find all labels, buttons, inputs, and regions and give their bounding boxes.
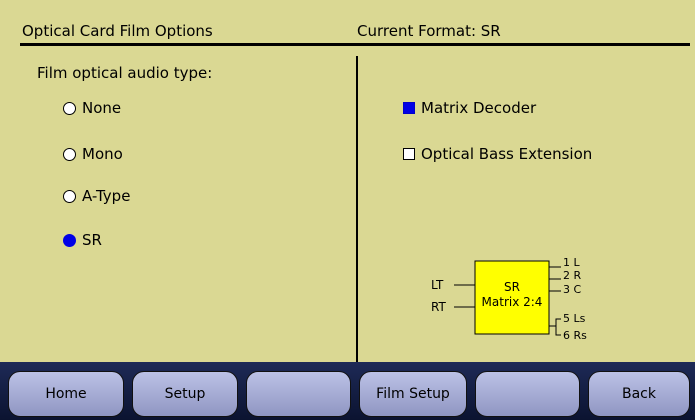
radio-circle-icon[interactable]: [63, 101, 76, 115]
bottom-toolbar: Home Setup Film Setup Back: [0, 362, 695, 420]
blank-button-1[interactable]: [246, 371, 351, 417]
input-rt-label: RT: [431, 300, 446, 314]
output-6rs-label: 6 Rs: [563, 329, 587, 342]
matrix-box-subtitle: Matrix 2:4: [482, 295, 543, 309]
checkbox-optical-bass-extension[interactable]: Optical Bass Extension: [403, 145, 592, 163]
setup-button[interactable]: Setup: [132, 371, 238, 417]
radio-none[interactable]: None: [63, 99, 121, 117]
current-format-label: Current Format: SR: [357, 22, 501, 40]
matrix-box-title: SR: [504, 280, 520, 294]
output-3c-label: 3 C: [563, 283, 581, 296]
checkbox-checked-icon[interactable]: [403, 102, 415, 114]
home-button[interactable]: Home: [8, 371, 124, 417]
checkbox-unchecked-icon[interactable]: [403, 148, 415, 160]
surround-bracket-top: [549, 318, 561, 327]
radio-label: SR: [82, 231, 102, 249]
blank-button-2[interactable]: [475, 371, 580, 417]
checkbox-label: Matrix Decoder: [421, 99, 537, 117]
checkbox-matrix-decoder[interactable]: Matrix Decoder: [403, 99, 536, 117]
audio-type-label: Film optical audio type:: [37, 64, 213, 82]
radio-label: A-Type: [82, 187, 131, 205]
surround-bracket-bottom: [555, 326, 561, 336]
output-1l-label: 1 L: [563, 256, 580, 269]
page-title: Optical Card Film Options: [22, 22, 213, 40]
output-5ls-label: 5 Ls: [563, 312, 586, 325]
radio-sr[interactable]: SR: [63, 231, 102, 249]
output-2r-label: 2 R: [563, 269, 581, 282]
input-lt-label: LT: [431, 278, 444, 292]
panel-divider: [356, 56, 358, 362]
back-button[interactable]: Back: [588, 371, 690, 417]
radio-selected-icon[interactable]: [63, 233, 76, 247]
film-setup-button[interactable]: Film Setup: [359, 371, 467, 417]
radio-a-type[interactable]: A-Type: [63, 187, 130, 205]
checkbox-label: Optical Bass Extension: [421, 145, 593, 163]
radio-label: Mono: [82, 145, 123, 163]
radio-circle-icon[interactable]: [63, 189, 76, 203]
header: Optical Card Film Options Current Format…: [20, 0, 690, 46]
sr-matrix-diagram: SR Matrix 2:4 LT RT 1 L 2 R 3 C 5 Ls 6 R…: [431, 256, 587, 342]
radio-mono[interactable]: Mono: [63, 145, 123, 163]
radio-label: None: [82, 99, 122, 117]
radio-circle-icon[interactable]: [63, 147, 76, 161]
